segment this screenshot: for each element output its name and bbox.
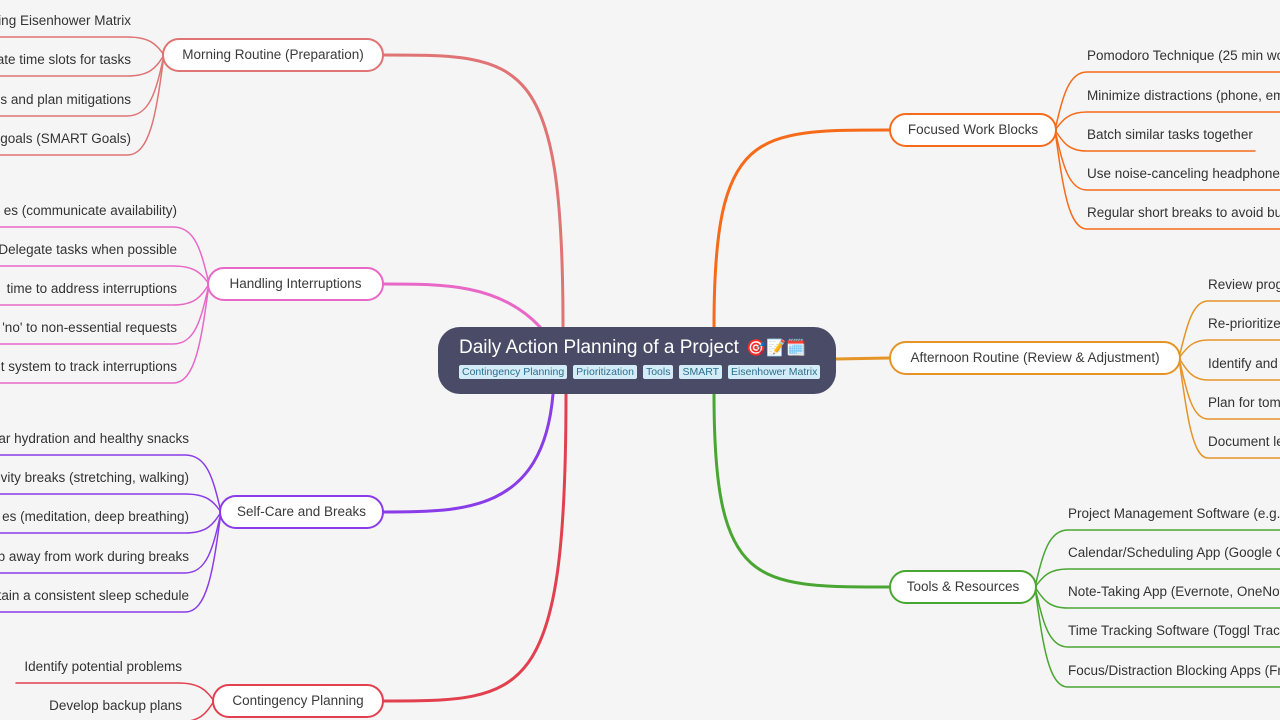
- connector-root-afternoon: [834, 356, 891, 361]
- leaf-tools-0[interactable]: Project Management Software (e.g.,: [1068, 505, 1280, 523]
- leaf-morning-0[interactable]: ing Eisenhower Matrix: [0, 12, 131, 30]
- connector-root-focused: [712, 128, 891, 329]
- branch-node-contingency[interactable]: Contingency Planning: [212, 684, 384, 718]
- leaf-afternoon-4[interactable]: Document le: [1208, 433, 1280, 451]
- tag-prioritization[interactable]: Prioritization: [573, 365, 637, 379]
- leaf-morning-2[interactable]: s and plan mitigations: [0, 91, 131, 109]
- leaf-selfcare-3[interactable]: p away from work during breaks: [0, 548, 189, 566]
- leaf-selfcare-2[interactable]: es (meditation, deep breathing): [2, 508, 189, 526]
- leaf-contingency-0[interactable]: Identify potential problems: [24, 658, 182, 676]
- root-tags: Contingency Planning Prioritization Tool…: [459, 365, 836, 379]
- leaf-afternoon-3[interactable]: Plan for tom: [1208, 394, 1280, 412]
- tag-eisenhower-matrix[interactable]: Eisenhower Matrix: [728, 365, 821, 379]
- branch-node-morning[interactable]: Morning Routine (Preparation): [162, 38, 384, 72]
- leaf-interruptions-4[interactable]: t system to track interruptions: [1, 358, 177, 376]
- branch-node-afternoon[interactable]: Afternoon Routine (Review & Adjustment): [889, 341, 1181, 375]
- leaf-focused-4[interactable]: Regular short breaks to avoid bu: [1087, 204, 1280, 222]
- leaf-tools-4[interactable]: Focus/Distraction Blocking Apps (Fr: [1068, 662, 1280, 680]
- tag-contingency-planning[interactable]: Contingency Planning: [459, 365, 568, 379]
- leaf-selfcare-0[interactable]: ar hydration and healthy snacks: [0, 430, 189, 448]
- branch-node-selfcare[interactable]: Self-Care and Breaks: [219, 495, 384, 529]
- target-memo-calendar-icon: 🎯📝🗓️: [746, 340, 806, 357]
- root-node[interactable]: Daily Action Planning of a Project 🎯📝🗓️ …: [438, 327, 836, 394]
- leaf-selfcare-1[interactable]: vity breaks (stretching, walking): [1, 469, 189, 487]
- root-title: Daily Action Planning of a Project: [459, 337, 739, 358]
- branch-node-tools[interactable]: Tools & Resources: [889, 570, 1037, 604]
- leaf-morning-3[interactable]: y goals (SMART Goals): [0, 130, 131, 148]
- connector-root-interruptions: [382, 282, 542, 329]
- connector-root-contingency: [382, 392, 568, 703]
- leaf-contingency-1[interactable]: Develop backup plans: [49, 697, 182, 715]
- connector-root-morning: [382, 53, 565, 329]
- leaf-tools-3[interactable]: Time Tracking Software (Toggl Track: [1068, 622, 1280, 640]
- branch-node-focused[interactable]: Focused Work Blocks: [889, 113, 1057, 147]
- leaf-afternoon-1[interactable]: Re-prioritize: [1208, 315, 1280, 333]
- tag-smart[interactable]: SMART: [679, 365, 723, 379]
- leaf-afternoon-2[interactable]: Identify and: [1208, 355, 1278, 373]
- connector-root-selfcare: [382, 392, 555, 514]
- connector-root-tools: [712, 392, 891, 589]
- leaf-focused-2[interactable]: Batch similar tasks together: [1087, 126, 1253, 144]
- leaf-tools-1[interactable]: Calendar/Scheduling App (Google C: [1068, 544, 1280, 562]
- leaf-interruptions-3[interactable]: 'no' to non-essential requests: [2, 319, 177, 337]
- leaf-selfcare-4[interactable]: tain a consistent sleep schedule: [0, 587, 189, 605]
- leaf-tools-2[interactable]: Note-Taking App (Evernote, OneNot: [1068, 583, 1280, 601]
- branch-node-interruptions[interactable]: Handling Interruptions: [207, 267, 384, 301]
- leaf-morning-1[interactable]: ate time slots for tasks: [0, 51, 131, 69]
- leaf-focused-3[interactable]: Use noise-canceling headphones: [1087, 165, 1280, 183]
- leaf-focused-1[interactable]: Minimize distractions (phone, em: [1087, 87, 1280, 105]
- leaf-interruptions-2[interactable]: time to address interruptions: [7, 280, 177, 298]
- leaf-interruptions-0[interactable]: es (communicate availability): [4, 202, 177, 220]
- tag-tools[interactable]: Tools: [642, 365, 674, 379]
- leaf-focused-0[interactable]: Pomodoro Technique (25 min wo: [1087, 47, 1280, 65]
- leaf-afternoon-0[interactable]: Review prog: [1208, 276, 1280, 294]
- leaf-interruptions-1[interactable]: Delegate tasks when possible: [0, 241, 177, 259]
